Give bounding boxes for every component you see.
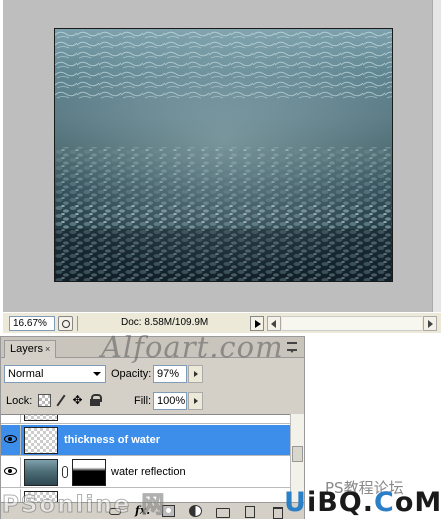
horizontal-scrollbar[interactable] [282, 316, 422, 331]
layer-thumbnail [24, 459, 58, 486]
opacity-field[interactable]: 97% [153, 365, 187, 383]
chain-link-icon[interactable] [62, 466, 68, 478]
blend-mode-value: Normal [8, 368, 44, 380]
visibility-toggle[interactable] [1, 425, 21, 455]
layer-row-selected[interactable]: thickness of water [1, 425, 290, 456]
lock-label: Lock: [6, 395, 33, 407]
lock-position-icon[interactable]: ✥ [71, 394, 84, 407]
lock-all-icon[interactable] [89, 394, 102, 407]
fill-slider-button[interactable] [188, 392, 203, 410]
status-arrow-icon[interactable] [250, 316, 264, 331]
layer-thumbnail [24, 427, 58, 454]
lock-transparent-icon[interactable] [38, 394, 51, 407]
blend-mode-select[interactable]: Normal [4, 365, 106, 383]
tab-layers[interactable]: Layers × [4, 340, 56, 358]
fill-label: Fill: [134, 395, 152, 407]
visibility-toggle[interactable] [1, 457, 21, 487]
layer-row[interactable] [1, 415, 290, 424]
lock-image-icon[interactable] [55, 394, 68, 407]
zoom-field[interactable]: 16.67% [9, 316, 55, 331]
visibility-cell[interactable] [1, 415, 21, 423]
scrollbar-thumb[interactable] [292, 446, 303, 462]
document-image[interactable] [54, 28, 393, 282]
vertical-scrollbar[interactable] [432, 0, 441, 312]
adjustment-layer-icon[interactable] [189, 505, 202, 517]
layer-row[interactable]: water reflection [1, 457, 290, 488]
document-window: 16.67% Doc: 8.58M/109.9M [0, 0, 441, 333]
opacity-slider-button[interactable] [188, 365, 203, 383]
fill-field[interactable]: 100% [153, 392, 187, 410]
layer-name: water reflection [111, 466, 186, 478]
canvas-area[interactable] [3, 0, 439, 312]
trash-icon[interactable] [271, 505, 284, 519]
layer-thumbnail [24, 415, 58, 421]
doc-size-text: Doc: 8.58M/109.9M [121, 317, 209, 328]
layer-mask-thumbnail[interactable] [72, 459, 106, 486]
divider [77, 316, 78, 331]
group-icon[interactable] [216, 505, 230, 518]
watermark-logo: PSonline 网 [1, 492, 167, 519]
watermark-alfoart: Alfoart.com [101, 330, 284, 364]
layer-name: thickness of water [64, 434, 160, 446]
eye-icon [4, 435, 17, 443]
status-menu-icon[interactable] [58, 316, 73, 331]
eye-icon [4, 467, 17, 475]
watermark-uibq: UiBQ.CoM [284, 487, 441, 518]
tab-label: Layers [10, 343, 44, 355]
scroll-left-icon[interactable] [267, 316, 281, 331]
new-layer-icon[interactable] [243, 505, 256, 518]
panel-menu-icon[interactable] [287, 342, 299, 353]
underwater-image [55, 29, 392, 281]
scroll-right-icon[interactable] [423, 316, 437, 331]
opacity-label: Opacity: [111, 368, 152, 380]
chevron-down-icon [90, 367, 104, 381]
tab-close-icon[interactable]: × [45, 345, 54, 354]
